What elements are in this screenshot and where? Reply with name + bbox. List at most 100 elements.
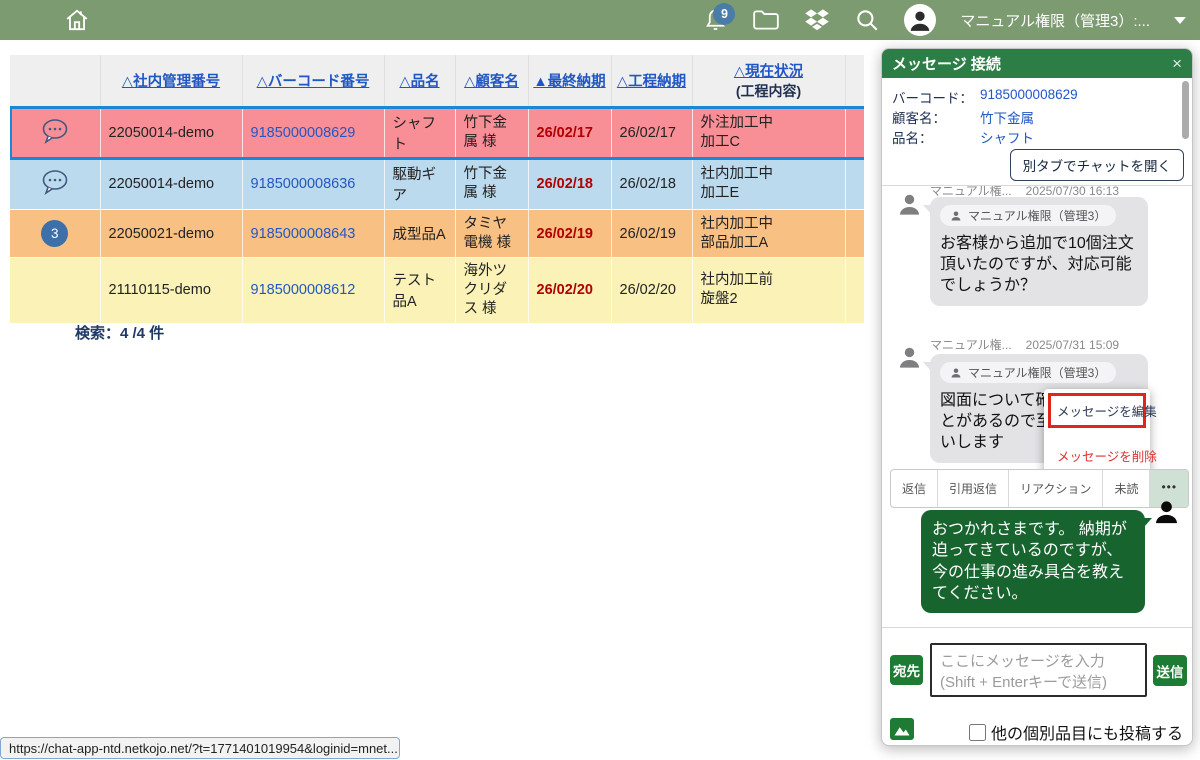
barcode-link[interactable]: 9185000008629 [251, 125, 356, 141]
cell-barcode-link: 9185000008612 [242, 258, 384, 324]
sort-header-link[interactable]: △品名 [399, 74, 439, 90]
chat-message-bubble[interactable]: マニュアル権限（管理3） お客様から追加で10個注文頂いたのですが、対応可能でし… [930, 197, 1148, 306]
search-result-count: 検索：4 /4 件 [75, 322, 164, 343]
open-chat-new-tab-button[interactable]: 別タブでチャットを開く [1010, 149, 1184, 181]
cell-customer-name: 海外ツクリダス 様 [455, 258, 528, 324]
recipient-button[interactable]: 宛先 [890, 655, 923, 685]
row-icon-cell [10, 258, 100, 324]
cell-cut [845, 159, 864, 210]
orders-table-body: 22050014-demo9185000008629シャフト竹下金属 様26/0… [10, 107, 864, 323]
cell-customer-name: 竹下金属 様 [455, 159, 528, 210]
column-header: △現在状況(工程内容) [692, 55, 845, 107]
cell-management-number: 22050014-demo [100, 107, 242, 159]
cell-product-name: 駆動ギア [384, 159, 455, 210]
status-bar-url: https://chat-app-ntd.netkojo.net/?t=1771… [0, 737, 400, 759]
reply-button[interactable]: 返信 [891, 470, 938, 507]
product-info-row: 品名： シャフト [892, 127, 1034, 147]
cell-final-due-date: 26/02/17 [528, 107, 611, 159]
cell-barcode-link: 9185000008629 [242, 107, 384, 159]
cell-barcode-link: 9185000008643 [242, 210, 384, 258]
author-badge: マニュアル権限（管理3） [940, 205, 1116, 226]
notification-bell-icon[interactable]: 9 [703, 7, 728, 33]
search-icon[interactable] [854, 7, 880, 33]
cell-final-due-date: 26/02/19 [528, 210, 611, 258]
author-badge: マニュアル権限（管理3） [940, 362, 1116, 383]
barcode-link[interactable]: 9185000008612 [251, 282, 356, 298]
quote-reply-button[interactable]: 引用返信 [938, 470, 1009, 507]
cell-product-name: 成型品A [384, 210, 455, 258]
cell-process-due-date: 26/02/19 [611, 210, 692, 258]
message-action-bar: 返信引用返信リアクション未読••• [890, 469, 1189, 508]
message-author-line: マニュアル権...2025/07/31 15:09 [930, 336, 1119, 353]
reaction-button[interactable]: リアクション [1009, 470, 1103, 507]
product-label: 品名： [892, 127, 980, 147]
chat-bubble-icon[interactable] [39, 168, 71, 196]
column-header: △バーコード番号 [242, 55, 384, 107]
cell-product-name: テスト品A [384, 258, 455, 324]
barcode-link[interactable]: 9185000008636 [251, 176, 356, 192]
cell-barcode-link: 9185000008636 [242, 159, 384, 210]
home-icon[interactable] [64, 7, 90, 33]
chat-message-list[interactable]: マニュアル権...2025/07/30 16:13 マニュアル権限（管理3） お… [882, 186, 1192, 627]
product-value: シャフト [980, 127, 1034, 147]
cell-cut [845, 107, 864, 159]
barcode-label: バーコード： [892, 87, 980, 107]
person-icon [896, 191, 923, 223]
customer-value: 竹下金属 [980, 107, 1034, 127]
sort-header-link[interactable]: △現在状況 [734, 64, 803, 80]
attach-image-icon[interactable] [890, 718, 914, 740]
person-icon [950, 210, 962, 222]
post-to-other-items-checkbox[interactable] [969, 724, 986, 741]
sort-header-link[interactable]: △顧客名 [464, 74, 519, 90]
orders-table-container: △社内管理番号 △バーコード番号 △品名 △顧客名 ▲最終納期 △工程納期 △現在状況(工程… [10, 55, 864, 324]
notification-count-badge: 9 [713, 3, 735, 25]
message-input[interactable] [930, 643, 1147, 697]
table-header-row: △社内管理番号 △バーコード番号 △品名 △顧客名 ▲最終納期 △工程納期 △現在状況(工程… [10, 55, 864, 107]
top-navbar: 9 マニュアル権限（管理3）:... [0, 0, 1200, 40]
sort-header-link[interactable]: △工程納期 [617, 74, 686, 90]
person-icon [950, 367, 962, 379]
sort-header-link[interactable]: △社内管理番号 [122, 74, 220, 90]
sort-header-link[interactable]: ▲最終納期 [533, 74, 605, 90]
unread-button[interactable]: 未読 [1103, 470, 1150, 507]
cell-product-name: シャフト [384, 107, 455, 159]
column-header: △顧客名 [455, 55, 528, 107]
column-header-cut [845, 55, 864, 107]
column-header: △工程納期 [611, 55, 692, 107]
post-to-other-items-option: 他の個別品目にも投稿する [969, 720, 1183, 744]
folder-icon[interactable] [752, 8, 780, 32]
menu-icon[interactable] [14, 12, 38, 28]
chevron-down-icon[interactable] [1174, 17, 1186, 24]
cell-process-due-date: 26/02/20 [611, 258, 692, 324]
cell-current-status: 社内加工中 加工E [692, 159, 845, 210]
checkbox-label: 他の個別品目にも投稿する [991, 720, 1183, 744]
message-context-menu: メッセージを編集 メッセージを削除 [1044, 389, 1150, 481]
table-row[interactable]: 22050014-demo9185000008636駆動ギア竹下金属 様26/0… [10, 159, 864, 210]
chat-bubble-icon[interactable] [39, 117, 71, 145]
table-row[interactable]: 22050014-demo 9185000008629 シャフト竹下金属 様26/0… [10, 107, 864, 159]
send-button[interactable]: 送信 [1153, 655, 1187, 686]
cell-customer-name: 竹下金属 様 [455, 107, 528, 159]
row-icon-cell [10, 159, 100, 210]
delete-message-menu-item[interactable]: メッセージを削除 [1048, 442, 1146, 469]
user-name-label[interactable]: マニュアル権限（管理3）:... [960, 10, 1150, 31]
column-header-subtitle: (工程内容) [697, 81, 841, 101]
barcode-link[interactable]: 9185000008643 [251, 226, 356, 242]
scrollbar-thumb[interactable] [1182, 81, 1189, 139]
sort-header-link[interactable]: △バーコード番号 [257, 74, 370, 90]
column-header: ▲最終納期 [528, 55, 611, 107]
edit-message-menu-item[interactable]: メッセージを編集 [1048, 393, 1146, 428]
column-header: △品名 [384, 55, 455, 107]
cell-final-due-date: 26/02/18 [528, 159, 611, 210]
dropbox-icon[interactable] [804, 7, 830, 33]
orders-table: △社内管理番号 △バーコード番号 △品名 △顧客名 ▲最終納期 △工程納期 △現在状況(工程… [10, 55, 864, 324]
person-icon [896, 344, 923, 376]
own-message-bubble[interactable]: おつかれさまです。 納期が迫ってきているのですが、今の仕事の進み具合を教えてくだ… [921, 510, 1145, 613]
user-avatar[interactable] [904, 4, 936, 36]
table-row[interactable]: 21110115-demo9185000008612テスト品A海外ツクリダス 様… [10, 258, 864, 324]
column-header: △社内管理番号 [100, 55, 242, 107]
table-row[interactable]: 322050021-demo9185000008643成型品Aタミヤ電機 様26… [10, 210, 864, 258]
cell-current-status: 外注加工中 加工C [692, 107, 845, 159]
cell-customer-name: タミヤ電機 様 [455, 210, 528, 258]
close-icon[interactable]: × [1172, 54, 1182, 74]
